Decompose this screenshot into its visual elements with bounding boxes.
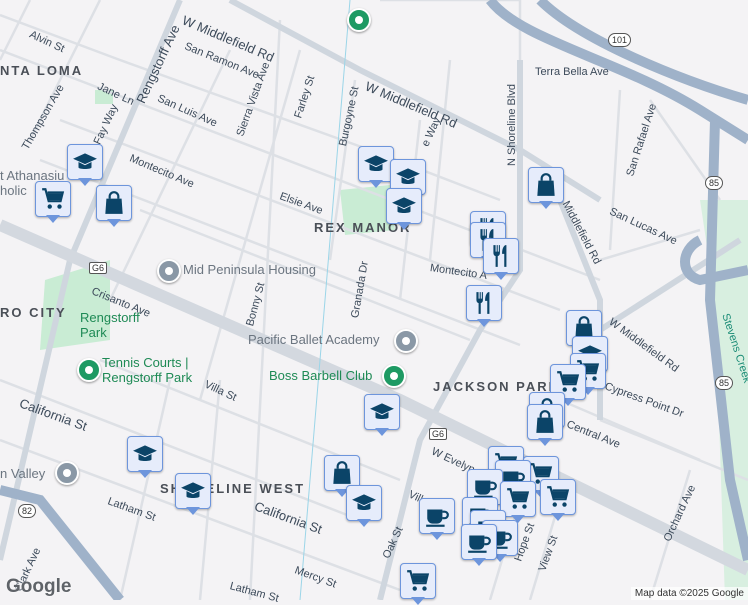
coffee-icon xyxy=(466,529,492,555)
bag-icon xyxy=(329,460,355,486)
grocery-marker[interactable] xyxy=(540,479,576,521)
shopping-marker[interactable] xyxy=(528,167,564,209)
bag-icon xyxy=(101,190,127,216)
school-icon xyxy=(351,490,377,516)
park-pin[interactable] xyxy=(347,8,371,32)
restaurant-marker[interactable] xyxy=(466,285,502,327)
shopping-marker[interactable] xyxy=(96,185,132,227)
grocery-marker[interactable] xyxy=(35,181,71,223)
temple-pin[interactable] xyxy=(55,461,79,485)
housing-pin[interactable] xyxy=(157,259,181,283)
school-marker[interactable] xyxy=(358,146,394,188)
school-icon xyxy=(395,164,421,190)
route-shield-85: 85 xyxy=(705,176,724,190)
school-icon xyxy=(132,441,158,467)
google-logo: Google xyxy=(6,576,72,597)
restaurant-icon xyxy=(488,243,514,269)
street-label: N Shoreline Blvd xyxy=(506,84,518,166)
poi-label[interactable]: n Valley xyxy=(0,466,45,481)
route-shield-g6: G6 xyxy=(89,262,108,274)
route-shield-82: 82 xyxy=(18,504,37,518)
coffee-icon xyxy=(424,503,450,529)
map-copyright[interactable]: Map data ©2025 Google xyxy=(630,587,748,600)
route-shield-101: 101 xyxy=(608,33,632,47)
school-marker[interactable] xyxy=(175,473,211,515)
cart-icon xyxy=(405,568,431,594)
poi-label[interactable]: Park xyxy=(80,325,107,340)
poi-label[interactable]: Boss Barbell Club xyxy=(269,368,372,383)
school-icon xyxy=(369,399,395,425)
school-icon xyxy=(180,478,206,504)
cart-icon xyxy=(545,484,571,510)
street-label: Terra Bella Ave xyxy=(535,66,609,78)
shopping-marker[interactable] xyxy=(527,404,563,446)
restaurant-icon xyxy=(471,290,497,316)
neighborhood-label: NTA LOMA xyxy=(0,63,84,78)
school-marker[interactable] xyxy=(346,485,382,527)
route-shield-g6: G6 xyxy=(429,428,448,440)
bag-icon xyxy=(532,409,558,435)
ballet-pin[interactable] xyxy=(394,329,418,353)
cafe-marker[interactable] xyxy=(461,524,497,566)
school-marker[interactable] xyxy=(67,144,103,186)
cart-icon xyxy=(40,186,66,212)
restaurant-marker[interactable] xyxy=(483,238,519,280)
poi-label[interactable]: Mid Peninsula Housing xyxy=(183,262,316,277)
gym-pin[interactable] xyxy=(382,364,406,388)
poi-label[interactable]: Rengstorff Park xyxy=(102,370,192,385)
tennis-pin[interactable] xyxy=(77,358,101,382)
cart-icon xyxy=(505,486,531,512)
poi-label[interactable]: Tennis Courts | xyxy=(102,355,188,370)
poi-label[interactable]: holic xyxy=(0,183,27,198)
school-marker[interactable] xyxy=(386,188,422,230)
route-shield-85: 85 xyxy=(715,376,734,390)
bag-icon xyxy=(533,172,559,198)
school-icon xyxy=(391,193,417,219)
neighborhood-label: RO CITY xyxy=(0,305,67,320)
school-marker[interactable] xyxy=(364,394,400,436)
school-marker[interactable] xyxy=(127,436,163,478)
poi-label[interactable]: Rengstorff xyxy=(80,310,140,325)
school-icon xyxy=(72,149,98,175)
school-icon xyxy=(363,151,389,177)
cafe-marker[interactable] xyxy=(419,498,455,540)
poi-label[interactable]: Pacific Ballet Academy xyxy=(248,332,380,347)
grocery-marker[interactable] xyxy=(400,563,436,605)
